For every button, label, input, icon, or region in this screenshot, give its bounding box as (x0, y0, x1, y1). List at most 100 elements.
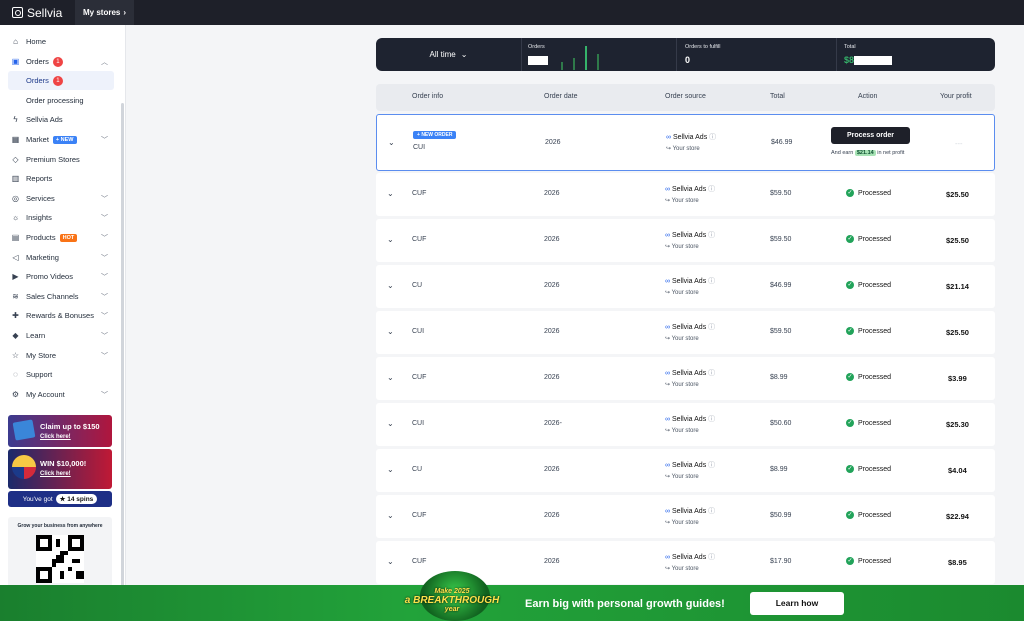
sidebar-subitem-orders[interactable]: Orders 1 (8, 71, 114, 90)
order-id[interactable]: CUF (412, 512, 426, 519)
sidebar-item-home[interactable]: ⌂ Home (0, 32, 118, 51)
learn-how-button[interactable]: Learn how (750, 592, 844, 615)
table-row[interactable]: ⌄ CUF 2026 ∞ Sellvia Ads ⓘ ↪ Your store $… (376, 219, 995, 262)
sidebar-item-reports[interactable]: ▥ Reports (0, 169, 118, 188)
chevron-down-icon: ﹀ (101, 137, 108, 144)
table-row[interactable]: ⌄ CUF 2026 ∞ Sellvia Ads ⓘ ↪ Your store $… (376, 495, 995, 538)
order-id[interactable]: CUI (413, 144, 425, 151)
sidebar-subitem-order-processing[interactable]: Order processing (8, 91, 114, 110)
col-order-info: Order info (412, 93, 444, 100)
sidebar-item-services[interactable]: ◎ Services ﹀ (0, 189, 118, 208)
claim-promo-link[interactable]: Click here! (40, 434, 71, 440)
chevron-down-icon[interactable]: ⌄ (388, 138, 395, 147)
order-id[interactable]: CU (412, 282, 422, 289)
sidebar-item-label: Learn (26, 331, 46, 340)
chevron-down-icon[interactable]: ⌄ (387, 235, 394, 244)
sidebar-item-my-store[interactable]: ☆ My Store ﹀ (0, 346, 118, 365)
chevron-down-icon[interactable]: ⌄ (387, 327, 394, 336)
order-id[interactable]: CU (412, 466, 422, 473)
table-row[interactable]: ⌄ CUF 2026 ∞ Sellvia Ads ⓘ ↪ Your store $… (376, 357, 995, 400)
source-store: Your store (671, 244, 699, 250)
table-row[interactable]: ⌄ CUI 2026- ∞ Sellvia Ads ⓘ ↪ Your store … (376, 403, 995, 446)
sidebar-item-label: Sellvia Ads (26, 115, 63, 124)
chevron-down-icon[interactable]: ⌄ (387, 281, 394, 290)
order-id[interactable]: CUF (412, 190, 426, 197)
total-label: Total (844, 44, 856, 50)
sidebar-item-premium-stores[interactable]: ◇ Premium Stores (0, 150, 118, 169)
table-row[interactable]: ⌄ CUF 2026 ∞ Sellvia Ads ⓘ ↪ Your store $… (376, 173, 995, 216)
chevron-down-icon[interactable]: ⌄ (387, 419, 394, 428)
check-icon: ✓ (846, 235, 854, 243)
source-name: Sellvia Ads (671, 508, 707, 515)
sidebar-item-marketing[interactable]: ◁ Marketing ﹀ (0, 248, 118, 267)
brand-name: Sellvia (27, 5, 63, 20)
info-icon: ⓘ (708, 186, 716, 193)
chevron-down-icon: ﹀ (101, 392, 108, 399)
sidebar-item-support[interactable]: ◌ Support (0, 365, 118, 384)
top-bar: Sellvia My stores › (0, 0, 1024, 25)
claim-promo-banner[interactable]: Claim up to $150 Click here! (8, 415, 112, 447)
chevron-down-icon[interactable]: ⌄ (387, 557, 394, 566)
my-stores-button[interactable]: My stores › (75, 0, 135, 25)
order-profit: $8.95 (948, 558, 967, 567)
status-badge: ✓ Processed (846, 373, 891, 381)
chevron-down-icon: ﹀ (101, 215, 108, 222)
chevron-down-icon[interactable]: ⌄ (387, 511, 394, 520)
order-total: $50.99 (770, 512, 792, 519)
sidebar-item-products[interactable]: ▤ Products HOT ﹀ (0, 228, 118, 247)
win-promo-link[interactable]: Click here! (40, 471, 71, 477)
meta-icon: ∞ (665, 232, 670, 239)
sidebar-item-label: My Store (26, 351, 57, 360)
sidebar-item-my-account[interactable]: ⚙ My Account ﹀ (0, 385, 118, 404)
sidebar-item-market[interactable]: ▦ Market + NEW ﹀ (0, 130, 118, 149)
brand-logo[interactable]: Sellvia (0, 6, 75, 20)
info-icon: ⓘ (708, 324, 716, 331)
chevron-down-icon[interactable]: ⌄ (387, 373, 394, 382)
sidebar-item-learn[interactable]: ◆ Learn ﹀ (0, 326, 118, 345)
table-row[interactable]: ⌄ CUI 2026 ∞ Sellvia Ads ⓘ ↪ Your store $… (376, 311, 995, 354)
qr-card: Grow your business from anywhere (8, 517, 112, 587)
sidebar-item-sales-channels[interactable]: ≋ Sales Channels ﹀ (0, 287, 118, 306)
period-dropdown[interactable]: All time ⌄ (376, 38, 521, 71)
source-store: Your store (671, 566, 699, 572)
qr-caption: Grow your business from anywhere (17, 523, 103, 529)
order-id[interactable]: CUI (412, 328, 424, 335)
chevron-down-icon: ⌄ (460, 50, 468, 59)
order-profit: $25.50 (946, 328, 969, 337)
sidebar-item-insights[interactable]: ☼ Insights ﹀ (0, 208, 118, 227)
chevron-down-icon[interactable]: ⌄ (387, 465, 394, 474)
sidebar-item-sellvia-ads[interactable]: ϟ Sellvia Ads (0, 110, 118, 129)
growth-guides-banner[interactable]: Make 2025 a BREAKTHROUGH year Earn big w… (0, 571, 1024, 621)
arrow-icon: ↪ (665, 244, 671, 250)
sidebar-item-rewards[interactable]: ✚ Rewards & Bonuses ﹀ (0, 306, 118, 325)
earn-prefix: And earn (831, 150, 854, 156)
sidebar-item-promo-videos[interactable]: ▶ Promo Videos ﹀ (0, 267, 118, 286)
check-icon: ✓ (846, 465, 854, 473)
table-row[interactable]: ⌄ CU 2026 ∞ Sellvia Ads ⓘ ↪ Your store $4… (376, 265, 995, 308)
status-label: Processed (858, 373, 892, 381)
arrow-icon: ↪ (665, 198, 671, 204)
new-badge-label: NEW (60, 136, 74, 143)
sidebar-item-label: Promo Videos (26, 272, 73, 281)
table-row[interactable]: ⌄ CU 2026 ∞ Sellvia Ads ⓘ ↪ Your store $8… (376, 449, 995, 492)
process-order-button[interactable]: Process order (831, 127, 910, 144)
win-promo-banner[interactable]: WIN $10,000! Click here! (8, 449, 112, 489)
order-id[interactable]: CUI (412, 420, 424, 427)
art-line-2: a BREAKTHROUGH (404, 595, 500, 606)
table-row[interactable]: ⌄ + NEW ORDER CUI 2026 ∞ Sellvia Ads ⓘ ↪ … (376, 114, 995, 171)
source-store: Your store (671, 382, 699, 388)
order-id[interactable]: CUF (412, 236, 426, 243)
chevron-down-icon[interactable]: ⌄ (387, 189, 394, 198)
sidebar-scrollbar[interactable] (121, 103, 124, 613)
sidebar-item-label: Insights (26, 213, 52, 222)
order-id[interactable]: CUF (412, 374, 426, 381)
stat-divider (836, 38, 837, 71)
chevron-down-icon: ﹀ (101, 274, 108, 281)
order-id[interactable]: CUF (412, 558, 426, 565)
spins-counter[interactable]: You've got ★ 14 spins (8, 491, 112, 507)
status-badge: ✓ Processed (846, 511, 891, 519)
order-date: 2026 (544, 512, 560, 519)
chevron-down-icon: ﹀ (101, 294, 108, 301)
sidebar-item-orders[interactable]: ▣ Orders 1 ︿ (0, 52, 118, 71)
order-date: 2026- (544, 420, 562, 427)
